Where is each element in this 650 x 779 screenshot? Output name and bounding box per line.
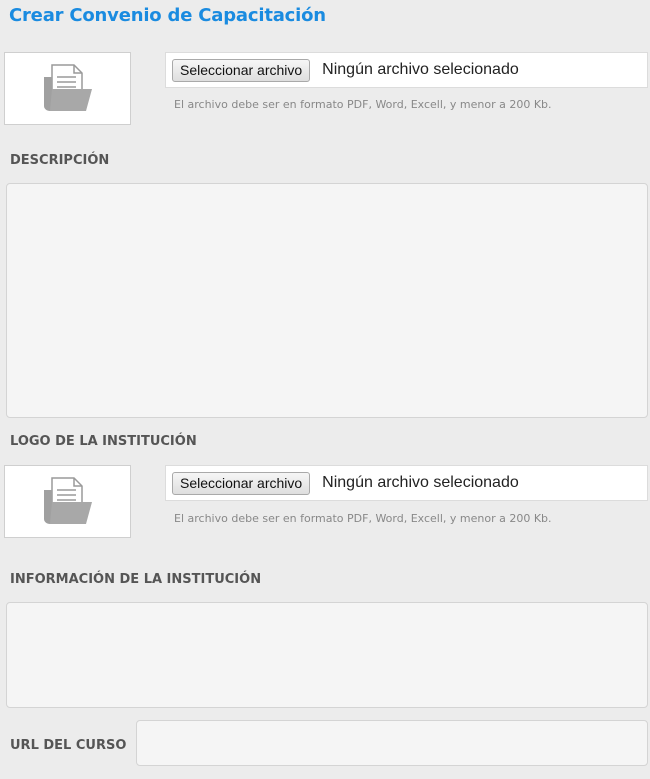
- page-title: Crear Convenio de Capacitación: [9, 5, 326, 26]
- description-textarea[interactable]: [6, 183, 648, 418]
- institution-info-textarea[interactable]: [6, 602, 648, 708]
- document-folder-icon: [43, 63, 92, 111]
- institution-info-label: INFORMACIÓN DE LA INSTITUCIÓN: [10, 572, 262, 587]
- select-logo-file-button[interactable]: Seleccionar archivo: [172, 471, 311, 495]
- course-url-label: URL DEL CURSO: [10, 738, 127, 753]
- select-file-button[interactable]: Seleccionar archivo: [172, 58, 311, 82]
- logo-file-input-container: Seleccionar archivo Ningún archivo selec…: [165, 465, 648, 501]
- file-preview-thumbnail: [4, 52, 131, 125]
- file-status-text: Ningún archivo selecionado: [322, 61, 519, 78]
- logo-label: LOGO DE LA INSTITUCIÓN: [10, 434, 197, 449]
- file-input-container: Seleccionar archivo Ningún archivo selec…: [165, 52, 648, 88]
- logo-file-hint-text: El archivo debe ser en formato PDF, Word…: [174, 512, 552, 525]
- document-folder-icon: [43, 476, 92, 524]
- description-label: DESCRIPCIÓN: [10, 153, 110, 168]
- course-url-input[interactable]: [136, 720, 648, 766]
- file-hint-text: El archivo debe ser en formato PDF, Word…: [174, 98, 552, 111]
- logo-file-status-text: Ningún archivo selecionado: [322, 474, 519, 491]
- logo-preview-thumbnail: [4, 465, 131, 538]
